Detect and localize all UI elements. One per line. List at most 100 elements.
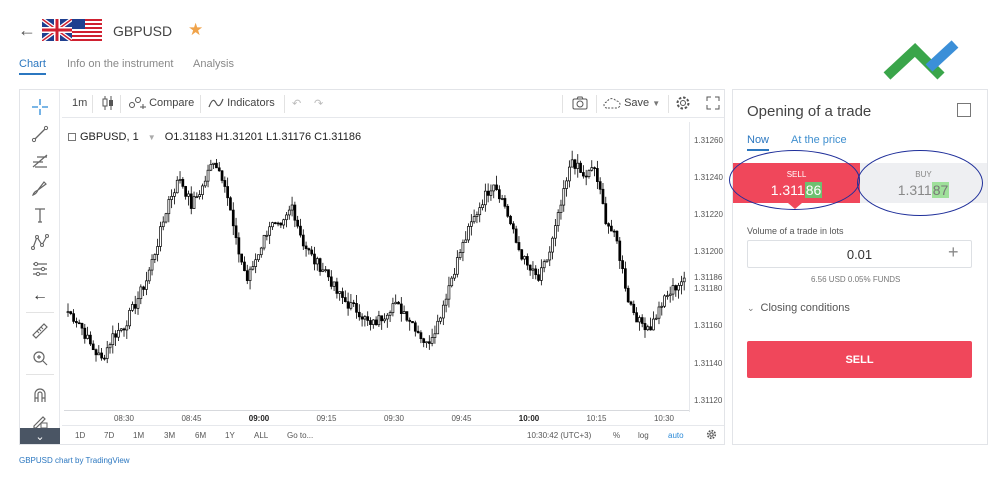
fib-retracement-icon[interactable]: [29, 150, 51, 172]
candlestick-plot[interactable]: [64, 122, 689, 410]
back-arrow-icon[interactable]: ←: [18, 20, 36, 41]
tab-analysis[interactable]: Analysis: [193, 58, 234, 70]
candle: [514, 225, 518, 244]
chart-top-toolbar: 1m Compare Indicators ↶ ↷ Save ▼: [62, 90, 724, 118]
redo-icon[interactable]: ↷: [314, 97, 323, 110]
candle: [352, 299, 356, 307]
range-7d[interactable]: 7D: [104, 431, 114, 440]
range-3m[interactable]: 3M: [164, 431, 175, 440]
favorite-star-icon[interactable]: ★: [188, 20, 203, 40]
crosshair-icon[interactable]: [29, 96, 51, 118]
chevron-down-icon[interactable]: ▼: [148, 133, 156, 142]
gear-icon[interactable]: [675, 95, 691, 114]
candle: [615, 230, 619, 244]
candle: [80, 322, 84, 336]
trend-line-icon[interactable]: [29, 123, 51, 145]
candle: [394, 294, 398, 305]
legend-symbol: GBPUSD, 1: [80, 131, 139, 143]
brush-icon[interactable]: [29, 177, 51, 199]
candle: [189, 186, 193, 215]
expand-icon[interactable]: [957, 103, 971, 117]
tab-info-on-instrument[interactable]: Info on the instrument: [67, 58, 173, 70]
candle: [251, 261, 255, 271]
candle: [338, 291, 342, 301]
panel-title: Opening of a trade: [747, 103, 872, 120]
candle: [254, 253, 258, 274]
x-tick-label: 09:15: [316, 414, 337, 423]
candle: [671, 278, 675, 301]
candle: [184, 185, 187, 200]
candle: [198, 190, 201, 200]
candle: [427, 335, 431, 350]
candle: [307, 247, 311, 255]
x-tick-label: 09:00: [248, 414, 270, 423]
time-axis[interactable]: 08:30 08:45 09:00 09:15 09:30 09:45 10:00 10:15…: [64, 410, 689, 424]
gear-icon[interactable]: [706, 429, 717, 442]
candle: [624, 261, 627, 292]
range-all[interactable]: ALL: [254, 431, 268, 440]
tradingview-credit-link[interactable]: GBPUSD chart by TradingView: [19, 456, 130, 465]
undo-icon[interactable]: ↶: [292, 97, 301, 110]
candle: [497, 185, 501, 203]
x-tick-label: 08:30: [113, 414, 135, 423]
candle: [237, 232, 241, 263]
closing-conditions-toggle[interactable]: ⌄ Closing conditions: [747, 302, 850, 314]
candle: [436, 314, 440, 335]
chevron-down-icon[interactable]: ⌄: [20, 428, 60, 444]
candle: [103, 354, 106, 361]
candle: [523, 255, 526, 265]
prediction-icon[interactable]: [29, 258, 51, 280]
collapse-legend-icon[interactable]: [68, 133, 76, 142]
candle: [380, 315, 384, 330]
candle: [517, 236, 521, 252]
log-toggle[interactable]: log: [638, 431, 649, 440]
back-arrow-tool-icon[interactable]: ←: [29, 285, 51, 307]
magnet-icon[interactable]: [29, 384, 51, 406]
candle: [276, 221, 280, 227]
range-1y[interactable]: 1Y: [225, 431, 235, 440]
pattern-icon[interactable]: [29, 231, 51, 253]
text-tool-icon[interactable]: [29, 204, 51, 226]
fullscreen-icon[interactable]: [706, 96, 720, 113]
tab-now[interactable]: Now: [747, 134, 769, 146]
sell-button[interactable]: SELL: [747, 341, 972, 378]
indicators-button[interactable]: Indicators: [208, 97, 275, 109]
range-1d[interactable]: 1D: [75, 431, 85, 440]
candle: [357, 304, 361, 321]
candle: [69, 310, 73, 316]
percent-toggle[interactable]: %: [613, 431, 620, 440]
ruler-icon[interactable]: [29, 320, 51, 342]
tab-at-the-price[interactable]: At the price: [791, 134, 847, 146]
camera-icon[interactable]: [572, 96, 588, 113]
candle: [601, 182, 605, 205]
candle: [299, 218, 302, 238]
save-button[interactable]: Save ▼: [603, 97, 660, 109]
range-1m[interactable]: 1M: [133, 431, 144, 440]
compare-button[interactable]: Compare: [128, 97, 194, 111]
plus-icon[interactable]: +: [948, 242, 959, 263]
candle: [94, 348, 98, 362]
candle: [405, 311, 409, 322]
tab-chart[interactable]: Chart: [19, 58, 46, 70]
candle: [159, 221, 162, 252]
goto-button[interactable]: Go to...: [287, 431, 313, 440]
price-axis[interactable]: 1.31260 1.31240 1.31220 1.31200 1.31186 1.311…: [689, 122, 724, 412]
candle: [145, 271, 148, 296]
volume-input[interactable]: [747, 240, 972, 268]
auto-toggle[interactable]: auto: [668, 431, 684, 440]
range-6m[interactable]: 6M: [195, 431, 206, 440]
candle: [503, 195, 507, 209]
y-tick-label: 1.31160: [694, 321, 723, 331]
interval-button[interactable]: 1m: [72, 97, 87, 109]
candle: [282, 218, 286, 229]
volume-info: 6.56 USD 0.05% FUNDS: [811, 275, 901, 284]
zoom-in-icon[interactable]: [29, 347, 51, 369]
candle: [240, 253, 244, 265]
candle: [226, 177, 230, 206]
candle: [486, 183, 490, 203]
candle: [629, 300, 633, 306]
candle: [343, 290, 347, 303]
candle-type-icon[interactable]: [102, 96, 114, 113]
candle: [397, 301, 400, 305]
candle: [108, 342, 112, 354]
